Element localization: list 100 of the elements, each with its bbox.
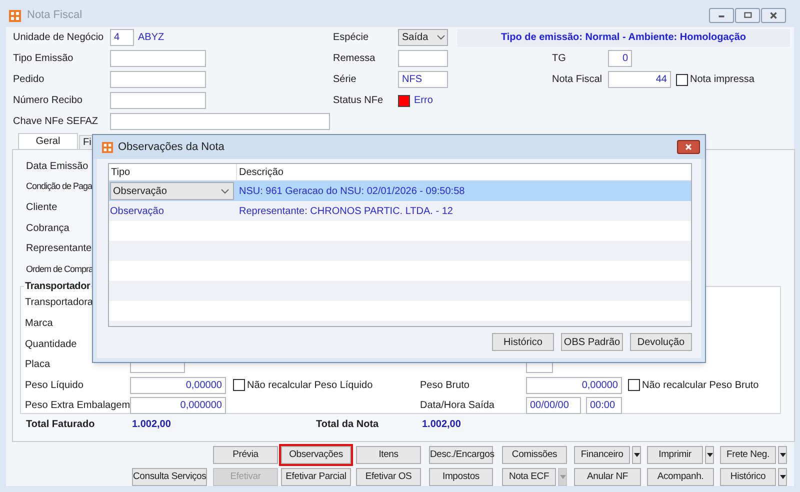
dialog-button[interactable]: Histórico	[492, 333, 554, 351]
close-button[interactable]	[677, 140, 700, 154]
checkbox[interactable]	[233, 379, 245, 392]
column-header: Descrição	[238, 166, 284, 180]
field-label: Tipo Emissão	[13, 52, 74, 66]
close-button[interactable]	[761, 8, 786, 23]
field-label: Representante	[26, 242, 92, 256]
field-label: Data Emissão	[26, 160, 88, 174]
field-label: Pedido	[13, 73, 46, 87]
input-field[interactable]	[110, 113, 330, 130]
caret-icon	[780, 453, 786, 457]
field-label: Condição de Paga	[26, 180, 92, 194]
dropdown[interactable]: Saída	[398, 29, 448, 46]
action-button[interactable]: Efetivar Parcial	[281, 468, 351, 486]
input-field[interactable]: 0,00000	[130, 376, 226, 394]
input-field[interactable]	[110, 71, 206, 88]
close-icon	[684, 143, 693, 151]
caret-icon	[560, 475, 566, 479]
input-field[interactable]: 00:00	[586, 397, 622, 414]
checkbox-label: Não recalcular Peso Líquido	[247, 378, 373, 393]
checkbox-label: Nota impressa	[690, 73, 754, 87]
field-label: Data/Hora Saída	[420, 399, 496, 414]
input-field[interactable]: 0	[608, 50, 632, 67]
field-label: TG	[552, 52, 567, 66]
group-title: Transportador	[24, 280, 92, 293]
close-icon	[768, 10, 779, 21]
field-label: Status NFe	[333, 94, 384, 108]
dropdown-value: Saída	[402, 31, 430, 45]
total-value: 1.002,00	[422, 418, 461, 432]
chevron-icon	[437, 35, 445, 40]
field-label: Placa	[25, 358, 52, 372]
action-button[interactable]: Itens	[356, 446, 421, 464]
checkbox-label: Não recalcular Peso Bruto	[642, 378, 759, 393]
field-label: Unidade de Negócio	[13, 31, 105, 45]
field-label: Transportadora	[25, 296, 94, 310]
caret-icon	[634, 453, 640, 457]
action-button[interactable]: Consulta Serviços	[132, 468, 207, 486]
dropdown[interactable]: Observação	[110, 182, 234, 200]
checkbox[interactable]	[628, 379, 640, 392]
action-button[interactable]: Histórico	[720, 468, 776, 486]
input-field[interactable]: 00/00/00	[526, 397, 581, 414]
input-field[interactable]	[110, 50, 206, 67]
field-label: Remessa	[333, 52, 376, 66]
total-value: 1.002,00	[132, 418, 172, 432]
input-field[interactable]: 0,000000	[130, 397, 226, 414]
action-button[interactable]: Prévia	[213, 446, 278, 464]
input-field[interactable]: 0,00000	[526, 376, 622, 394]
caret-icon	[780, 475, 786, 479]
action-button[interactable]: Financeiro	[574, 446, 630, 464]
restore-icon	[742, 10, 753, 21]
dialog-button[interactable]: OBS Padrão	[561, 333, 623, 351]
app-icon	[9, 10, 21, 22]
table-row[interactable]: Observação NSU: 961 Geracao do NSU: 02/01/2026 - 09:50:58	[109, 181, 691, 201]
action-button[interactable]: Desc./Encargos	[429, 446, 493, 464]
window-title: Nota Fiscal	[27, 8, 82, 24]
table-cell-text: Representante: CHRONOS PARTIC. LTDA. - 12	[238, 204, 453, 218]
table-cell-text: NSU: 961 Geracao do NSU: 02/01/2026 - 09:50:58	[238, 184, 465, 198]
field-label: Peso Líquido	[25, 378, 84, 393]
field-label: Espécie	[333, 31, 370, 45]
action-button[interactable]: Efetivar OS	[356, 468, 421, 486]
dropdown-button[interactable]	[705, 446, 714, 464]
dialog-title: Observações da Nota	[118, 140, 224, 155]
caret-icon	[706, 453, 712, 457]
field-label: Cobrança	[26, 222, 70, 236]
input-field[interactable]	[398, 50, 448, 67]
action-button[interactable]: Acompanh.	[647, 468, 714, 486]
minimize-button[interactable]	[709, 8, 734, 23]
tab[interactable]: Geral	[18, 133, 78, 149]
field-label: Série	[333, 73, 358, 87]
total-label: Total Faturado	[26, 418, 96, 432]
dropdown-button[interactable]	[778, 446, 787, 464]
dialog-button[interactable]: Devolução	[630, 333, 692, 351]
business-unit-name: ABYZ	[138, 31, 164, 45]
action-button[interactable]: Anular NF	[574, 468, 641, 486]
input-field[interactable]	[110, 92, 206, 109]
action-button[interactable]: Imprimir	[647, 446, 703, 464]
total-label: Total da Nota	[316, 418, 380, 432]
table-row[interactable]: Observação Representante: CHRONOS PARTIC. LTDA. - 12	[109, 201, 691, 221]
field-label: Marca	[25, 316, 54, 331]
field-label: Número Recibo	[13, 94, 84, 108]
dropdown-value: Observação	[113, 184, 168, 198]
action-button[interactable]: Observações	[281, 446, 351, 464]
checkbox[interactable]	[676, 74, 688, 86]
input-field[interactable]: 44	[608, 71, 671, 88]
action-button[interactable]: Comissões	[502, 446, 567, 464]
input-field[interactable]: 4	[110, 29, 134, 46]
dropdown-button[interactable]	[778, 468, 787, 486]
action-button[interactable]: Frete Neg.	[720, 446, 776, 464]
dropdown-button[interactable]	[632, 446, 641, 464]
status-text: Erro	[414, 94, 433, 108]
chevron-icon	[221, 188, 229, 194]
restore-button[interactable]	[735, 8, 760, 23]
table-cell-text: Observação	[109, 204, 164, 218]
action-button[interactable]: Nota ECF	[502, 468, 556, 486]
field-label: Peso Extra Embalagem	[25, 399, 130, 414]
field-label: Peso Bruto	[420, 378, 470, 393]
input-field[interactable]: NFS	[398, 71, 448, 88]
action-button[interactable]: Impostos	[429, 468, 493, 486]
app-icon	[102, 142, 113, 152]
field-label: Chave NFe SEFAZ	[13, 115, 100, 129]
